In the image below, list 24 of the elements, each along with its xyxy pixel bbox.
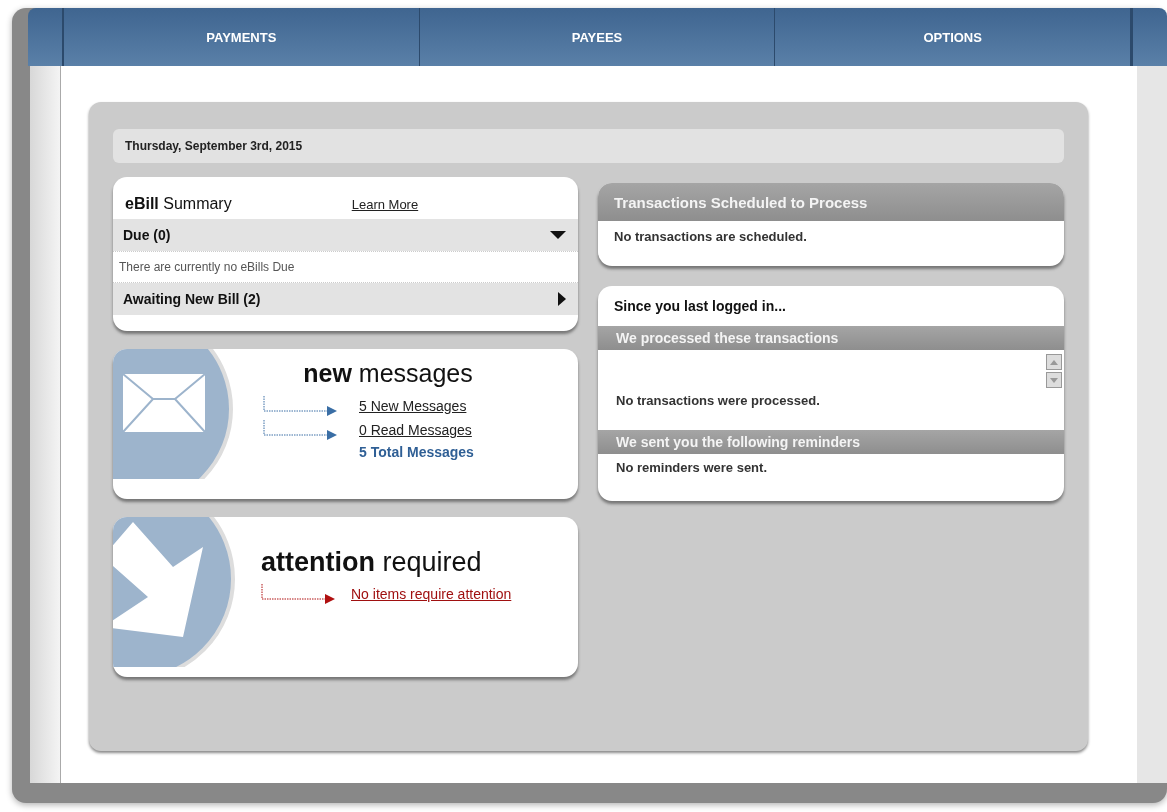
card-title: attention required bbox=[261, 547, 483, 578]
card-header: Transactions Scheduled to Process bbox=[598, 183, 1064, 221]
caret-right-icon bbox=[558, 292, 566, 306]
messages-link[interactable]: 0 Read Messages bbox=[359, 422, 513, 438]
card-title: Since you last logged in... bbox=[613, 297, 787, 316]
card-title: new messages bbox=[302, 359, 474, 388]
section-toggle[interactable]: Awaiting New Bill (2) bbox=[113, 283, 578, 315]
arrow-icon bbox=[263, 420, 339, 440]
caret-down-icon bbox=[550, 231, 566, 239]
attention-link[interactable]: No items require attention bbox=[351, 586, 561, 602]
status-text: No transactions were processed. bbox=[615, 391, 821, 408]
total-messages: 5 Total Messages bbox=[359, 444, 475, 460]
messages-link[interactable]: 5 New Messages bbox=[359, 398, 513, 414]
status-text: No transactions are scheduled. bbox=[613, 228, 808, 244]
learn-more-link[interactable]: Learn More bbox=[351, 196, 419, 212]
section-header: We sent you the following reminders bbox=[598, 430, 1064, 454]
arrow-icon bbox=[263, 396, 339, 416]
status-text: No reminders were sent. bbox=[615, 459, 768, 475]
date-label: Thursday, September 3rd, 2015 bbox=[113, 129, 1064, 163]
scroll-buttons[interactable] bbox=[1046, 354, 1062, 388]
arrow-icon bbox=[261, 584, 337, 604]
card-title: eBill Summary bbox=[125, 195, 232, 213]
section-header: We processed these transactions bbox=[598, 326, 1064, 350]
section-toggle[interactable]: Due (0) bbox=[113, 219, 578, 251]
